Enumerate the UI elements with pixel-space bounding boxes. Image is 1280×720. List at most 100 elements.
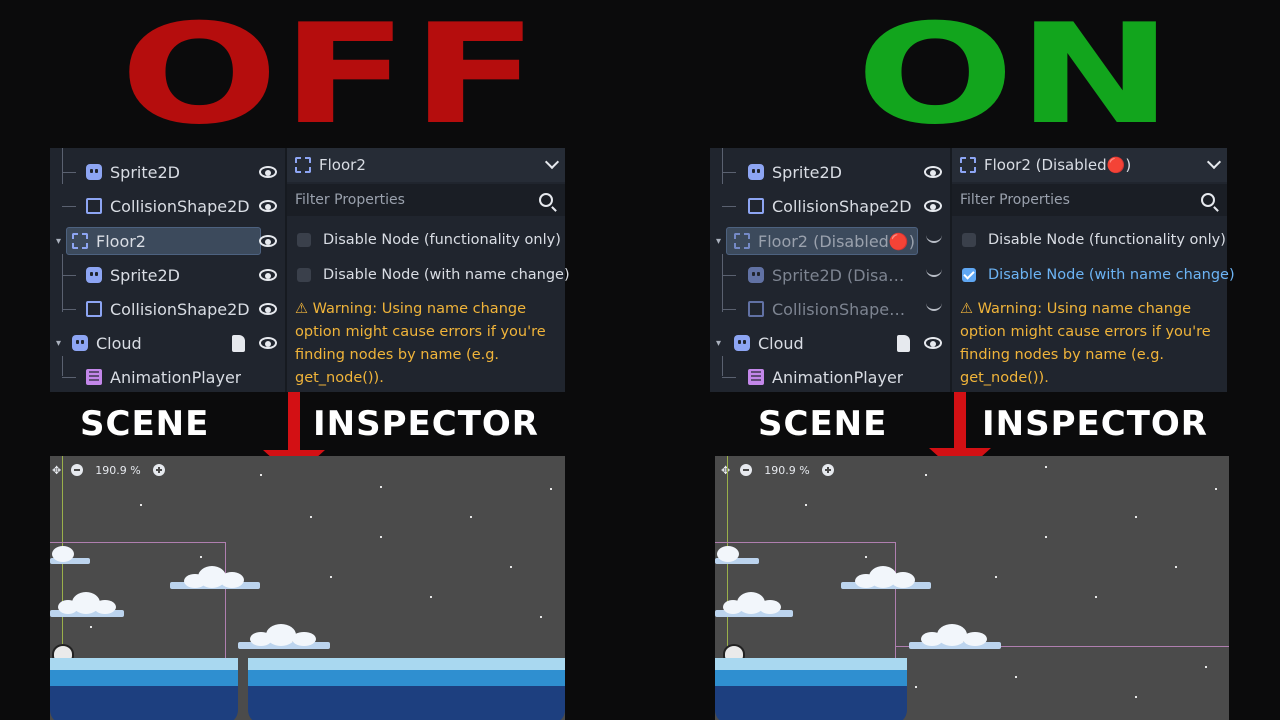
visibility-eye-icon[interactable] bbox=[259, 166, 277, 178]
visibility-eye-icon[interactable] bbox=[259, 269, 277, 281]
chevron-down-icon[interactable]: ▾ bbox=[56, 338, 61, 349]
checkbox-checked[interactable] bbox=[962, 268, 976, 282]
collisionshape2d-icon bbox=[86, 198, 102, 214]
search-icon[interactable] bbox=[539, 193, 553, 207]
node-label: Sprite2D (Disabl... bbox=[772, 265, 912, 285]
option-label: Disable Node (functionality only) bbox=[323, 232, 561, 248]
zoom-out-button[interactable] bbox=[740, 464, 753, 476]
disable-functionality-option[interactable]: Disable Node (functionality only) bbox=[962, 226, 1226, 254]
inspector-node-selector[interactable]: Floor2 bbox=[287, 148, 565, 182]
inspector-node-name: Floor2 bbox=[319, 156, 366, 174]
visibility-eye-icon[interactable] bbox=[259, 303, 277, 315]
checkbox[interactable] bbox=[297, 268, 311, 282]
pan-icon[interactable]: ✥ bbox=[721, 464, 730, 477]
scene-caption: SCENE bbox=[758, 404, 888, 444]
scene-row[interactable]: AnimationPlayer bbox=[710, 361, 950, 393]
filter-properties-input[interactable] bbox=[958, 191, 1182, 209]
chevron-down-icon[interactable]: ▾ bbox=[56, 236, 61, 247]
node-label: Floor2 (Disabled🔴) bbox=[758, 231, 915, 251]
filter-properties-input[interactable] bbox=[293, 191, 517, 209]
scene-row-selected[interactable]: ▾ Floor2 bbox=[50, 225, 285, 257]
zoom-in-button[interactable] bbox=[152, 464, 165, 476]
inspector-caption: INSPECTOR bbox=[313, 404, 539, 444]
chevron-down-icon[interactable] bbox=[544, 154, 560, 170]
node2d-icon bbox=[734, 335, 750, 351]
node-label: Sprite2D bbox=[110, 162, 180, 182]
visibility-eye-icon[interactable] bbox=[259, 200, 277, 212]
scene-row[interactable]: CollisionShape2... bbox=[710, 293, 950, 325]
chevron-down-icon[interactable]: ▾ bbox=[716, 338, 721, 349]
node-label: Sprite2D bbox=[110, 265, 180, 285]
node-label: AnimationPlayer bbox=[110, 367, 242, 387]
node-label: CollisionShape2D bbox=[110, 299, 250, 319]
inspector-node-name: Floor2 (Disabled🔴) bbox=[984, 156, 1132, 174]
zoom-level: 190.9 % bbox=[764, 463, 810, 477]
scene-row[interactable]: Sprite2D (Disabl... bbox=[710, 259, 950, 291]
search-icon[interactable] bbox=[1201, 193, 1215, 207]
visibility-hidden-icon[interactable] bbox=[926, 235, 942, 243]
collisionshape2d-icon bbox=[748, 198, 764, 214]
off-title: OFF bbox=[120, 0, 542, 155]
checkbox[interactable] bbox=[962, 233, 976, 247]
animationplayer-icon bbox=[86, 369, 102, 385]
chevron-down-icon[interactable]: ▾ bbox=[716, 236, 721, 247]
filter-properties-bar bbox=[287, 184, 565, 216]
visibility-hidden-icon[interactable] bbox=[926, 269, 942, 277]
script-icon[interactable] bbox=[897, 335, 910, 352]
scene-row[interactable]: CollisionShape2D bbox=[710, 190, 950, 222]
scene-row[interactable]: ▾ Cloud bbox=[50, 327, 285, 359]
node-label: Cloud bbox=[96, 333, 142, 353]
visibility-eye-icon[interactable] bbox=[259, 235, 277, 247]
checkbox[interactable] bbox=[297, 233, 311, 247]
zoom-out-button[interactable] bbox=[71, 464, 84, 476]
scene-row[interactable]: AnimationPlayer bbox=[50, 361, 285, 393]
floor1-sprite bbox=[715, 658, 907, 670]
zoom-level: 190.9 % bbox=[95, 463, 141, 477]
scene-row[interactable]: Sprite2D bbox=[50, 156, 285, 188]
sprite2d-icon bbox=[748, 267, 764, 283]
left-comparison: OFF Sprite2D CollisionShape2D ▾ Floor2 S… bbox=[50, 0, 570, 720]
zoom-toolbar: ✥ 190.9 % bbox=[715, 462, 834, 478]
disable-functionality-option[interactable]: Disable Node (functionality only) bbox=[297, 226, 561, 254]
scene-row[interactable]: ▾ Cloud bbox=[710, 327, 950, 359]
pan-icon[interactable]: ✥ bbox=[52, 464, 61, 477]
inspector-caption: INSPECTOR bbox=[982, 404, 1208, 444]
scene-row[interactable]: CollisionShape2D bbox=[50, 293, 285, 325]
game-viewport[interactable]: ✥ 190.9 % bbox=[715, 456, 1229, 720]
disable-name-change-option[interactable]: Disable Node (with name change) bbox=[297, 261, 570, 289]
game-viewport[interactable]: ✥ 190.9 % bbox=[50, 456, 565, 720]
visibility-eye-icon[interactable] bbox=[924, 200, 942, 212]
option-label: Disable Node (with name change) bbox=[988, 267, 1235, 283]
node2d-icon bbox=[734, 233, 750, 249]
script-icon[interactable] bbox=[232, 335, 245, 352]
visibility-hidden-icon[interactable] bbox=[926, 303, 942, 311]
scene-row[interactable]: Sprite2D bbox=[50, 259, 285, 291]
node-label: AnimationPlayer bbox=[772, 367, 904, 387]
scene-row[interactable]: Sprite2D bbox=[710, 156, 950, 188]
warning-text: ⚠ Warning: Using name change option migh… bbox=[960, 301, 1211, 386]
node-label: CollisionShape2D bbox=[772, 196, 912, 216]
zoom-in-button[interactable] bbox=[821, 464, 834, 476]
editor-panel: Sprite2D CollisionShape2D ▾ Floor2 (Disa… bbox=[710, 148, 1235, 392]
inspector-dock: Floor2 (Disabled🔴) Disable Node (functio… bbox=[952, 148, 1235, 392]
zoom-toolbar: ✥ 190.9 % bbox=[50, 462, 165, 478]
disable-name-change-option[interactable]: Disable Node (with name change) bbox=[962, 261, 1235, 289]
node-label: CollisionShape2... bbox=[772, 299, 912, 319]
collisionshape2d-icon bbox=[86, 301, 102, 317]
chevron-down-icon[interactable] bbox=[1206, 154, 1222, 170]
filter-properties-bar bbox=[952, 184, 1227, 216]
option-label: Disable Node (with name change) bbox=[323, 267, 570, 283]
node-label: Sprite2D bbox=[772, 162, 842, 182]
option-label: Disable Node (functionality only) bbox=[988, 232, 1226, 248]
scene-dock: Sprite2D CollisionShape2D ▾ Floor2 (Disa… bbox=[710, 148, 952, 392]
animationplayer-icon bbox=[748, 369, 764, 385]
visibility-eye-icon[interactable] bbox=[924, 337, 942, 349]
scene-row-selected[interactable]: ▾ Floor2 (Disabled🔴) bbox=[710, 225, 950, 257]
inspector-node-selector[interactable]: Floor2 (Disabled🔴) bbox=[952, 148, 1227, 182]
scene-row[interactable]: CollisionShape2D bbox=[50, 190, 285, 222]
visibility-eye-icon[interactable] bbox=[259, 337, 277, 349]
visibility-eye-icon[interactable] bbox=[924, 166, 942, 178]
node2d-icon bbox=[72, 335, 88, 351]
arrow-icon bbox=[954, 392, 966, 450]
node-label: CollisionShape2D bbox=[110, 196, 250, 216]
